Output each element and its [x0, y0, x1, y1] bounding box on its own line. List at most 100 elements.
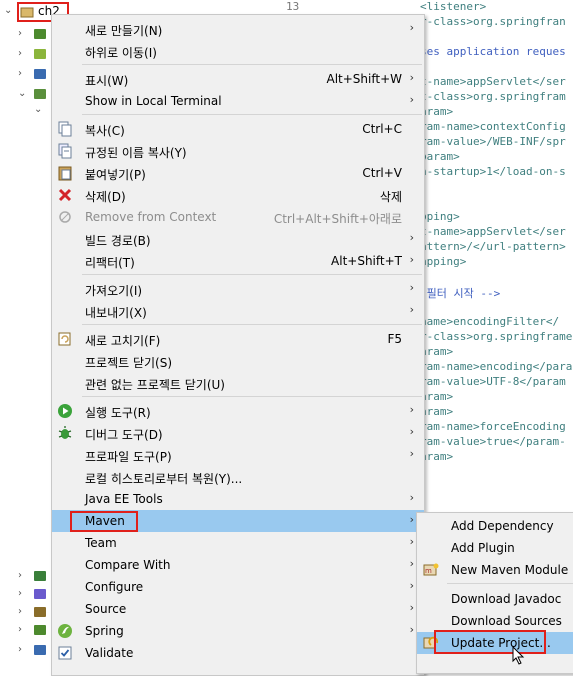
menu-item-maven[interactable]: Maven › — [52, 510, 424, 532]
menu-item-가져오기-i[interactable]: 가져오기(I) › — [52, 278, 424, 300]
tree-row[interactable]: ⌄ — [0, 100, 52, 122]
code-line: ram-value>/WEB-INF/spr — [420, 135, 566, 148]
chevron-right-icon[interactable]: › — [18, 28, 22, 40]
chevron-right-icon[interactable]: › — [18, 68, 22, 80]
menu-item-spring[interactable]: Spring › — [52, 620, 424, 642]
menu-item-show-in-local-terminal[interactable]: Show in Local Terminal › — [52, 90, 424, 112]
menu-item-디버그-도구-d[interactable]: 디버그 도구(D) › — [52, 422, 424, 444]
code-line: attern>/</url-pattern> — [420, 240, 566, 253]
menu-item-label: 프로젝트 닫기(S) — [85, 356, 173, 370]
chevron-right-icon[interactable]: › — [18, 570, 22, 582]
submenu-item-update-project[interactable]: Update Project... — [417, 630, 573, 654]
run-icon — [58, 404, 72, 418]
tree-node-icon — [34, 89, 46, 99]
remove-context-icon — [59, 211, 71, 223]
menu-separator — [447, 583, 573, 584]
svg-text:m: m — [425, 567, 432, 575]
tree-row[interactable]: › — [0, 620, 52, 642]
menu-item-표시-w[interactable]: 표시(W) Alt+Shift+W › — [52, 68, 424, 90]
menu-item-configure[interactable]: Configure › — [52, 576, 424, 598]
copy-icon — [58, 121, 72, 137]
submenu-item-label: Add Plugin — [451, 541, 515, 555]
menu-item-삭제-d[interactable]: 삭제(D) 삭제 — [52, 184, 424, 206]
menu-item-새로-만들기-n[interactable]: 새로 만들기(N) › — [52, 18, 424, 40]
menu-item-compare-with[interactable]: Compare With › — [52, 554, 424, 576]
menu-item-로컬-히스토리로부터-복원-y[interactable]: 로컬 히스토리로부터 복원(Y)... — [52, 466, 424, 488]
tree-row[interactable]: › — [0, 44, 52, 66]
menu-item-label: 프로파일 도구(P) — [85, 450, 172, 464]
menu-item-label: 빌드 경로(B) — [85, 234, 151, 248]
submenu-item-add-dependency[interactable]: Add Dependency — [417, 515, 573, 537]
menu-item-새로-고치기-f[interactable]: 새로 고치기(F) F5 — [52, 328, 424, 350]
chevron-right-icon: › — [409, 21, 414, 34]
menu-item-내보내기-x[interactable]: 내보내기(X) › — [52, 300, 424, 322]
chevron-right-icon: › — [409, 557, 414, 570]
maven-module-icon: m — [423, 563, 439, 576]
menu-item-shortcut: Ctrl+C — [362, 122, 402, 136]
menu-item-source[interactable]: Source › — [52, 598, 424, 620]
submenu-item-label: Download Javadoc — [451, 592, 562, 606]
menu-item-label: Validate — [85, 646, 134, 660]
menu-item-label: Remove from Context — [85, 210, 217, 224]
submenu-item-download-javadoc[interactable]: Download Javadoc — [417, 588, 573, 610]
menu-item-프로파일-도구-p[interactable]: 프로파일 도구(P) › — [52, 444, 424, 466]
code-line: ram-name>forceEncoding — [420, 420, 566, 433]
code-line: t-name>appServlet</ser — [420, 225, 566, 238]
chevron-right-icon[interactable]: › — [18, 606, 22, 618]
refresh-icon — [58, 332, 71, 346]
chevron-right-icon[interactable]: › — [18, 624, 22, 636]
tree-row[interactable]: › — [0, 24, 52, 46]
menu-item-빌드-경로-b[interactable]: 빌드 경로(B) › — [52, 228, 424, 250]
menu-item-label: Source — [85, 602, 127, 616]
menu-item-label: Configure — [85, 580, 144, 594]
project-explorer-tree: ⌄ ch2 › › › ⌄ ⌄ › › › › › — [0, 0, 69, 664]
submenu-item-add-plugin[interactable]: Add Plugin — [417, 537, 573, 559]
spring-icon — [58, 624, 72, 638]
menu-item-관련-없는-프로젝트-닫기-u[interactable]: 관련 없는 프로젝트 닫기(U) — [52, 372, 424, 394]
chevron-down-icon[interactable]: ⌄ — [34, 104, 42, 116]
tree-node-icon — [34, 69, 46, 79]
tree-node-icon — [34, 49, 46, 59]
menu-item-실행-도구-r[interactable]: 실행 도구(R) › — [52, 400, 424, 422]
code-line: ram-value>UTF-8</param — [420, 375, 566, 388]
code-line: ses application reques — [420, 45, 566, 58]
chevron-right-icon: › — [409, 253, 414, 266]
menu-item-label: Team — [85, 536, 117, 550]
menu-separator — [82, 396, 422, 397]
code-line: <listener> — [420, 0, 487, 13]
menu-item-하위로-이동-i[interactable]: 하위로 이동(I) — [52, 40, 424, 62]
chevron-down-icon[interactable]: ⌄ — [18, 88, 26, 100]
menu-item-label: 내보내기(X) — [85, 306, 147, 320]
submenu-item-label: Download Sources — [451, 614, 562, 628]
code-line: param> — [420, 150, 460, 163]
code-line: n-startup>1</load-on-s — [420, 165, 566, 178]
chevron-right-icon[interactable]: › — [18, 644, 22, 656]
menu-item-label: Show in Local Terminal — [85, 94, 222, 108]
menu-item-label: 새로 고치기(F) — [85, 334, 161, 348]
menu-item-label: 리팩터(T) — [85, 256, 135, 270]
code-line: ram-value>true</param- — [420, 435, 566, 448]
tree-row[interactable]: › — [0, 640, 52, 662]
chevron-right-icon[interactable]: › — [18, 48, 22, 60]
chevron-right-icon[interactable]: › — [18, 588, 22, 600]
menu-item-label: 새로 만들기(N) — [85, 24, 163, 38]
menu-item-규정된-이름-복사-y[interactable]: 규정된 이름 복사(Y) — [52, 140, 424, 162]
chevron-right-icon: › — [409, 491, 414, 504]
menu-item-프로젝트-닫기-s[interactable]: 프로젝트 닫기(S) — [52, 350, 424, 372]
submenu-item-label: Add Dependency — [451, 519, 554, 533]
tree-row[interactable]: › — [0, 64, 52, 86]
paste-icon — [58, 166, 72, 181]
chevron-down-icon[interactable]: ⌄ — [4, 5, 12, 17]
tree-node-icon — [34, 29, 46, 39]
menu-item-복사-c[interactable]: 복사(C) Ctrl+C — [52, 118, 424, 140]
menu-item-붙여넣기-p[interactable]: 붙여넣기(P) Ctrl+V — [52, 162, 424, 184]
tree-node-icon — [34, 571, 46, 581]
menu-item-validate[interactable]: Validate — [52, 642, 424, 664]
submenu-item-download-sources[interactable]: Download Sources — [417, 610, 573, 632]
menu-item-java-ee-tools[interactable]: Java EE Tools › — [52, 488, 424, 510]
menu-separator — [82, 324, 422, 325]
code-line: t-class>org.springfram — [420, 90, 566, 103]
submenu-item-new-maven-module-pr[interactable]: m New Maven Module Pr — [417, 559, 573, 581]
menu-item-리팩터-t[interactable]: 리팩터(T) Alt+Shift+T › — [52, 250, 424, 272]
menu-item-team[interactable]: Team › — [52, 532, 424, 554]
